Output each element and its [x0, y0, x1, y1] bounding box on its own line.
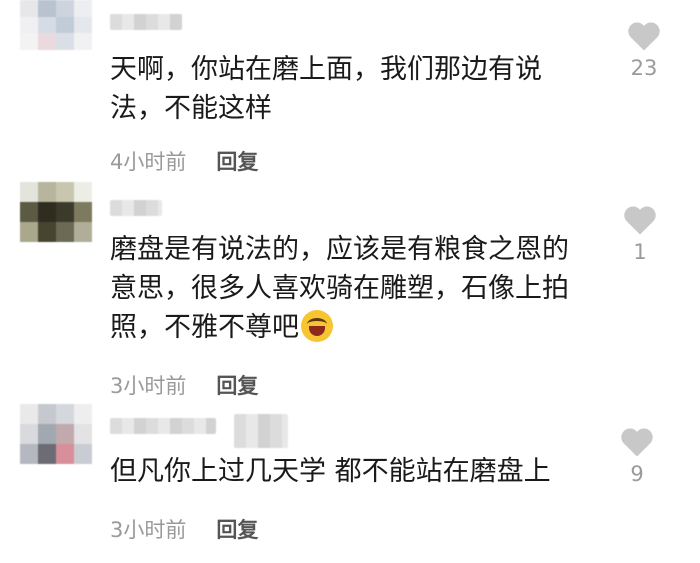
reply-button[interactable]: 回复 [216, 518, 258, 542]
reply-button[interactable]: 回复 [216, 150, 258, 174]
comment-text: 磨盘是有说法的，应该是有粮食之恩的意思，很多人喜欢骑在雕塑，石像上拍照，不雅不尊… [110, 230, 590, 347]
avatar[interactable] [20, 0, 92, 50]
comment-text: 天啊，你站在磨上面，我们那边有说法，不能这样 [110, 54, 542, 124]
comment-text: 但凡你上过几天学 都不能站在磨盘上 [110, 456, 551, 487]
comment-time: 4小时前 [110, 150, 187, 174]
like-count: 23 [630, 56, 658, 80]
username-extra [234, 414, 288, 448]
comment-meta: 4小时前 回复 [110, 146, 258, 176]
username[interactable] [110, 200, 162, 216]
avatar[interactable] [20, 404, 92, 464]
rofl-emoji [301, 310, 333, 342]
like-count: 1 [633, 240, 647, 264]
comment-text-content: 磨盘是有说法的，应该是有粮食之恩的意思，很多人喜欢骑在雕塑，石像上拍照，不雅不尊… [110, 234, 569, 343]
like-count: 9 [630, 462, 644, 486]
comment-meta: 3小时前 回复 [110, 370, 258, 400]
heart-icon [621, 428, 653, 457]
like-button[interactable]: 9 [607, 426, 667, 486]
username[interactable] [110, 418, 216, 434]
like-button[interactable]: 1 [610, 204, 670, 264]
comment-time: 3小时前 [110, 374, 187, 398]
avatar[interactable] [20, 182, 92, 242]
comment-time: 3小时前 [110, 518, 187, 542]
like-button[interactable]: 23 [614, 20, 674, 80]
heart-icon [624, 206, 656, 235]
heart-icon [628, 22, 660, 51]
reply-button[interactable]: 回复 [216, 374, 258, 398]
comment-meta: 3小时前 回复 [110, 514, 258, 544]
username[interactable] [110, 14, 182, 30]
